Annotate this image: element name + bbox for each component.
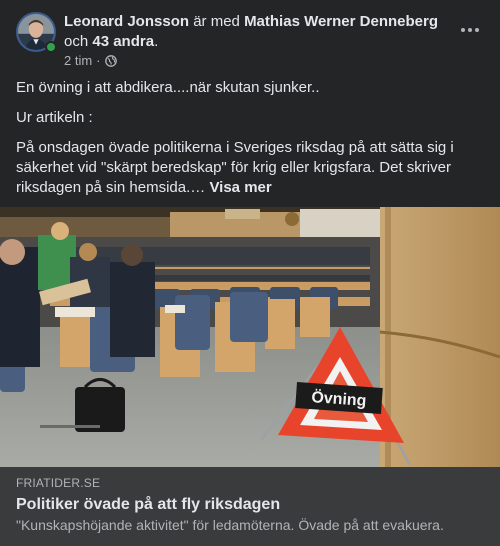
post-text: En övning i att abdikera....när skutan s… xyxy=(16,78,486,198)
post-header: Leonard Jonsson är med Mathias Werner De… xyxy=(16,12,484,72)
feed-post: Leonard Jonsson är med Mathias Werner De… xyxy=(0,0,500,546)
post-meta: Leonard Jonsson är med Mathias Werner De… xyxy=(64,12,448,52)
link-description: "Kunskapshöjande aktivitet" för ledamöte… xyxy=(16,517,444,533)
parliament-photo: Övning xyxy=(0,207,500,467)
post-image[interactable]: Övning xyxy=(0,207,500,467)
more-horizontal-icon xyxy=(461,28,465,32)
post-paragraph: Ur artikeln : xyxy=(16,109,93,126)
post-paragraph: En övning i att abdikera....när skutan s… xyxy=(16,79,320,96)
tagged-others-link[interactable]: 43 andra xyxy=(92,33,154,50)
more-dot xyxy=(468,28,472,32)
see-more-link[interactable]: Visa mer xyxy=(209,179,271,196)
link-title[interactable]: Politiker övade på att fly riksdagen xyxy=(16,495,484,515)
period: . xyxy=(154,33,159,50)
globe-icon[interactable] xyxy=(104,54,117,67)
author-name[interactable]: Leonard Jonsson xyxy=(64,13,189,30)
author-avatar[interactable] xyxy=(16,12,57,53)
and-text: och xyxy=(64,33,93,50)
more-dot xyxy=(475,28,479,32)
post-paragraph-last: På onsdagen övade politikerna i Sveriges… xyxy=(16,138,486,198)
post-subline: 2 tim · xyxy=(64,53,117,68)
with-text: är med xyxy=(189,13,245,30)
post-timestamp[interactable]: 2 tim xyxy=(64,53,92,68)
tagged-person[interactable]: Mathias Werner Denneberg xyxy=(244,13,438,30)
more-options-button[interactable] xyxy=(456,20,484,40)
link-domain: FRIATIDER.SE xyxy=(16,476,101,490)
online-status-indicator xyxy=(45,41,57,53)
separator-dot: · xyxy=(96,53,101,68)
link-preview[interactable]: FRIATIDER.SE Politiker övade på att fly … xyxy=(0,467,500,546)
